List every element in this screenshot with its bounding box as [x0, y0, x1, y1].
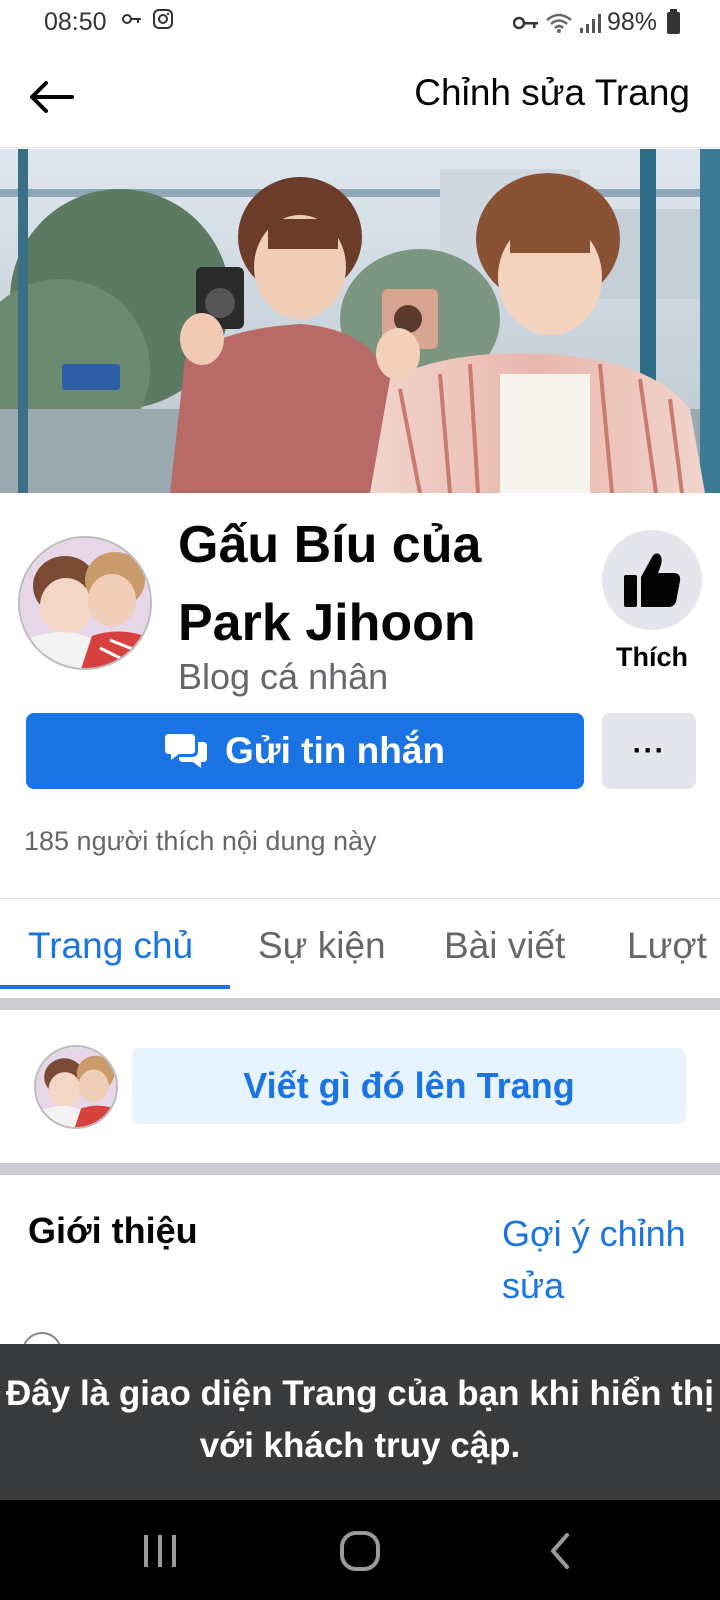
chat-bubbles-icon [165, 734, 207, 768]
page-avatar[interactable] [18, 536, 152, 670]
cover-photo[interactable] [0, 149, 720, 493]
battery-icon [667, 8, 680, 34]
write-post-label: Viết gì đó lên Trang [243, 1065, 575, 1106]
send-message-label: Gửi tin nhắn [225, 730, 445, 771]
section-divider [0, 998, 720, 1010]
system-nav-bar [0, 1500, 720, 1600]
top-app-bar: Chỉnh sửa Trang [0, 46, 720, 148]
recent-apps-button[interactable] [130, 1526, 190, 1576]
edit-page-link[interactable]: Chỉnh sửa Trang [414, 72, 690, 114]
page-category: Blog cá nhân [178, 656, 389, 697]
intro-title: Giới thiệu [28, 1210, 198, 1251]
page-name: Gấu Bíu của Park Jihoon [178, 516, 482, 652]
more-options-label: ··· [632, 734, 666, 767]
chevron-left-icon [551, 1533, 569, 1569]
more-options-button[interactable]: ··· [602, 713, 696, 789]
tab-home[interactable]: Trang chủ [28, 925, 193, 967]
back-button[interactable] [22, 68, 80, 126]
signal-icon [579, 13, 601, 33]
tab-reviews[interactable]: Lượt [627, 925, 707, 967]
composer-avatar [34, 1045, 118, 1129]
page-tabs: Trang chủ Sự kiện Bài viết Lượt [0, 898, 720, 998]
home-circle-icon [340, 1531, 380, 1571]
suggest-edit-link[interactable]: Gợi ý chỉnh sửa [502, 1208, 702, 1312]
like-button[interactable] [602, 530, 702, 630]
visitor-view-banner: Đây là giao diện Trang của bạn khi hiển … [0, 1344, 720, 1500]
wifi-icon [546, 13, 572, 33]
vpn-key-icon [512, 16, 538, 29]
section-divider [0, 1163, 720, 1175]
thumbs-up-icon [624, 553, 681, 607]
tab-events[interactable]: Sự kiện [258, 925, 386, 967]
back-nav-button[interactable] [530, 1526, 590, 1576]
instagram-icon [153, 9, 173, 29]
likes-count: 185 người thích nội dung này [24, 826, 377, 856]
tab-posts[interactable]: Bài viết [444, 925, 565, 967]
key-icon [122, 14, 141, 24]
recent-apps-icon [144, 1535, 176, 1567]
send-message-button[interactable]: Gửi tin nhắn [26, 713, 584, 789]
status-time: 08:50 [44, 8, 107, 36]
status-bar: 08:50 98% [0, 0, 720, 46]
battery-percent: 98% [606, 8, 657, 36]
like-label: Thích [616, 642, 688, 672]
active-tab-indicator [0, 985, 230, 989]
home-button[interactable] [330, 1526, 390, 1576]
write-post-button[interactable]: Viết gì đó lên Trang [132, 1048, 686, 1124]
arrow-left-icon [30, 81, 74, 113]
